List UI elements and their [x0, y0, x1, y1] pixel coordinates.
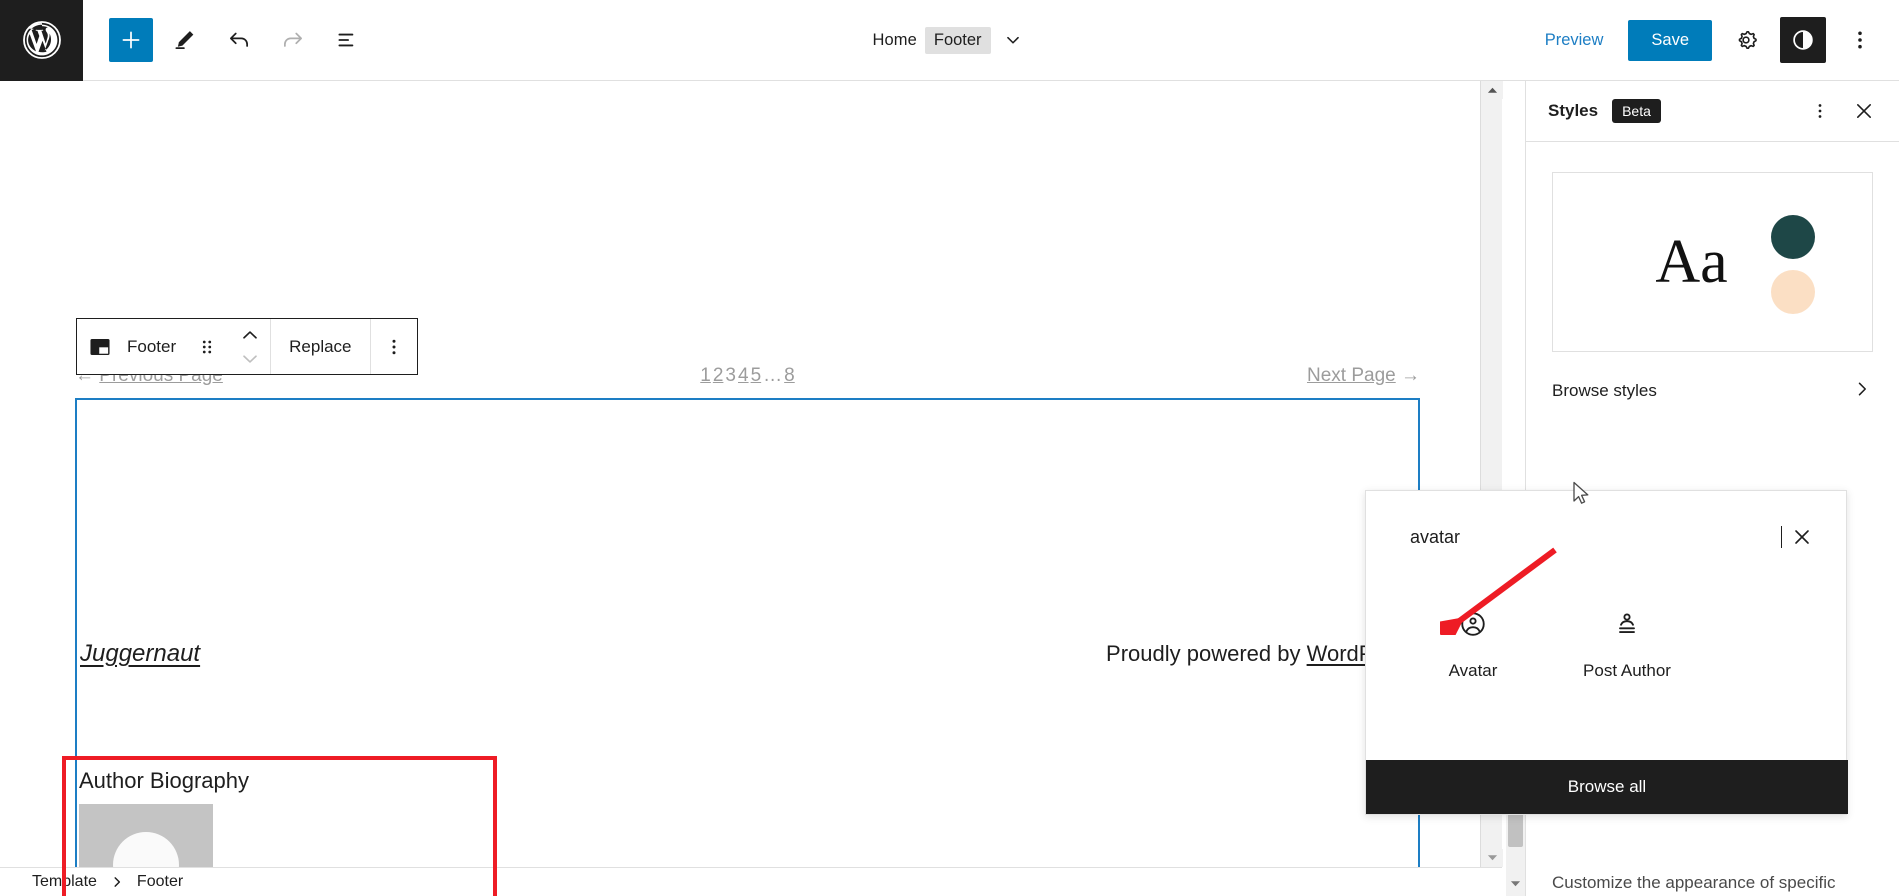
blocks-section-description: Customize the appearance of specific blo… [1552, 873, 1836, 892]
style-swatch-secondary [1771, 270, 1815, 314]
pagination-number-current: 3 [725, 365, 736, 386]
avatar-circle-icon [1458, 601, 1488, 647]
post-author-icon [1612, 601, 1642, 647]
pagination-number[interactable]: 2 [712, 365, 725, 387]
sidebar-scroll-down-arrow-icon[interactable] [1506, 875, 1525, 893]
move-down-chevron-down-icon[interactable] [239, 347, 261, 371]
pagination-next[interactable]: Next Page → [1307, 365, 1420, 387]
style-preview-sample-text: Aa [1655, 228, 1728, 296]
author-biography-title: Author Biography [79, 768, 249, 793]
header-tool-group [109, 18, 369, 62]
breadcrumb: Template Footer [0, 867, 1502, 896]
preview-button[interactable]: Preview [1531, 23, 1618, 58]
redo-button[interactable] [271, 18, 315, 62]
styles-sidebar-header: Styles Beta [1526, 81, 1899, 142]
pagination-number[interactable]: 4 [737, 365, 750, 387]
block-toolbar-replace-group: Replace [271, 319, 369, 374]
pagination-numbers: 1 2 3 4 5 … 8 [699, 365, 795, 387]
block-toolbar-identity-group: Footer [77, 319, 270, 374]
styles-contrast-icon[interactable] [1780, 17, 1826, 63]
pagination-number[interactable]: 5 [750, 365, 763, 387]
editor-header: Home Footer Preview Save [0, 0, 1899, 81]
list-view-button[interactable] [325, 18, 369, 62]
chevron-right-icon [109, 874, 125, 890]
browse-styles-row[interactable]: Browse styles [1552, 369, 1873, 413]
pagination-number[interactable]: 1 [699, 365, 712, 387]
pagination-number[interactable]: 8 [783, 365, 796, 387]
styles-header-actions [1801, 92, 1883, 130]
close-x-icon[interactable] [1845, 92, 1883, 130]
browse-all-button[interactable]: Browse all [1366, 760, 1848, 814]
browse-styles-label: Browse styles [1552, 381, 1657, 400]
document-current-label: Footer [924, 26, 991, 54]
search-input[interactable] [1410, 526, 1782, 548]
block-inserter-popover: Avatar Post Author Browse all [1365, 490, 1848, 815]
document-home-label: Home [872, 30, 917, 49]
style-variation-preview[interactable]: Aa [1552, 172, 1873, 352]
chevron-right-icon [1851, 378, 1873, 405]
block-card-avatar[interactable]: Avatar [1400, 587, 1546, 691]
scroll-down-arrow-icon[interactable] [1481, 849, 1503, 867]
more-options-three-dots-icon[interactable] [1837, 17, 1883, 63]
breadcrumb-item-template[interactable]: Template [32, 873, 97, 891]
template-part-icon[interactable] [77, 319, 123, 374]
wordpress-site-editor: Home Footer Preview Save ← Previous Page… [0, 0, 1899, 896]
page-title: Styles [1548, 101, 1599, 120]
block-card-label: Post Author [1583, 661, 1671, 680]
block-movers [230, 323, 270, 371]
block-toolbar-options-group [371, 319, 417, 374]
block-card-label: Avatar [1448, 661, 1498, 680]
drag-handle-icon[interactable] [184, 319, 230, 374]
save-button[interactable]: Save [1628, 19, 1712, 61]
settings-gear-icon[interactable] [1723, 17, 1769, 63]
inserter-search-row [1366, 491, 1846, 583]
powered-by-prefix: Proudly powered by [1106, 641, 1307, 666]
block-card-post-author[interactable]: Post Author [1554, 587, 1700, 691]
add-block-button[interactable] [109, 18, 153, 62]
style-swatch-primary [1771, 215, 1815, 259]
site-title-link[interactable]: Juggernaut [80, 640, 200, 668]
editor-canvas[interactable]: ← Previous Page 1 2 3 4 5 … 8 Next Page … [0, 81, 1502, 896]
beta-badge: Beta [1612, 99, 1661, 123]
breadcrumb-item-footer[interactable]: Footer [137, 873, 183, 891]
replace-button[interactable]: Replace [271, 319, 369, 374]
header-actions: Preview Save [1531, 17, 1883, 63]
pagination-ellipsis: … [763, 365, 783, 386]
block-toolbar: Footer Replace [76, 318, 418, 375]
footer-columns: Juggernaut Proudly powered by WordPress [77, 640, 1418, 668]
edit-mode-button[interactable] [163, 18, 207, 62]
undo-button[interactable] [217, 18, 261, 62]
inserter-results-grid: Avatar Post Author [1366, 583, 1846, 691]
chevron-down-icon[interactable] [999, 26, 1027, 54]
block-options-three-dots-icon[interactable] [371, 319, 417, 374]
block-toolbar-label: Footer [127, 336, 177, 356]
move-up-chevron-up-icon[interactable] [239, 323, 261, 347]
clear-search-close-x-icon[interactable] [1782, 517, 1822, 557]
footer-template-part-block[interactable]: Juggernaut Proudly powered by WordPress … [75, 398, 1420, 896]
wordpress-logo-icon[interactable] [0, 0, 83, 81]
styles-more-three-dots-icon[interactable] [1801, 92, 1839, 130]
scroll-up-arrow-icon[interactable] [1481, 81, 1503, 99]
